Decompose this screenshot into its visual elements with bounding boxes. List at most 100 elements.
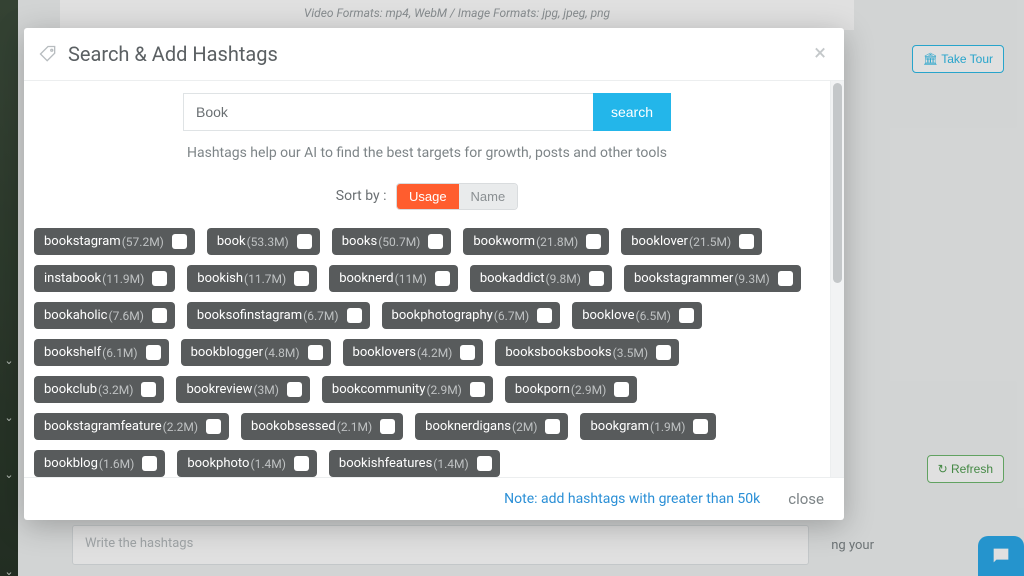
hashtag-checkbox[interactable] xyxy=(614,382,629,397)
hashtag-checkbox[interactable] xyxy=(656,345,671,360)
hashtag-chip[interactable]: bookblog(1.6M) xyxy=(34,450,165,477)
hashtag-chip[interactable]: bookreview(3M) xyxy=(176,376,309,403)
hashtag-checkbox[interactable] xyxy=(172,234,187,249)
hashtag-checkbox[interactable] xyxy=(152,271,167,286)
hashtag-chip[interactable]: bookishfeatures(1.4M) xyxy=(329,450,500,477)
hashtag-count: (11.7M) xyxy=(244,273,286,285)
hashtag-checkbox[interactable] xyxy=(287,382,302,397)
hashtag-chip[interactable]: bookstagramfeature(2.2M) xyxy=(34,413,229,440)
hashtag-chip[interactable]: bookshelf(6.1M) xyxy=(34,339,169,366)
hashtag-count: (2M) xyxy=(512,421,538,433)
hashtag-checkbox[interactable] xyxy=(586,234,601,249)
sort-name-button[interactable]: Name xyxy=(459,184,518,209)
hashtag-checkbox[interactable] xyxy=(545,419,560,434)
hashtag-chip[interactable]: bookphotography(6.7M) xyxy=(382,302,561,329)
scrollbar[interactable] xyxy=(830,81,844,477)
hashtag-checkbox[interactable] xyxy=(152,308,167,323)
hashtag-chip[interactable]: booklover(21.5M) xyxy=(621,228,762,255)
hashtag-name: bookobsessed xyxy=(251,420,336,433)
hashtag-checkbox[interactable] xyxy=(693,419,708,434)
hashtag-checkbox[interactable] xyxy=(308,345,323,360)
hashtag-name: bookphotography xyxy=(392,309,493,322)
hashtag-checkbox[interactable] xyxy=(294,456,309,471)
hashtag-checkbox[interactable] xyxy=(778,271,793,286)
hashtag-count: (3M) xyxy=(253,384,279,396)
hashtag-count: (21.8M) xyxy=(536,236,578,248)
hashtag-checkbox[interactable] xyxy=(294,271,309,286)
hashtag-chip[interactable]: booklovers(4.2M) xyxy=(343,339,484,366)
hashtag-chip[interactable]: bookaholic(7.6M) xyxy=(34,302,175,329)
hashtag-checkbox[interactable] xyxy=(141,382,156,397)
hashtag-chip[interactable]: booknerdigans(2M) xyxy=(415,413,568,440)
hashtag-checkbox[interactable] xyxy=(347,308,362,323)
hashtag-chip[interactable]: bookstagram(57.2M) xyxy=(34,228,195,255)
hashtag-checkbox[interactable] xyxy=(206,419,221,434)
hashtag-count: (2.9M) xyxy=(571,384,606,396)
hashtag-checkbox[interactable] xyxy=(477,456,492,471)
hashtag-count: (6.7M) xyxy=(303,310,338,322)
hashtag-chip[interactable]: books(50.7M) xyxy=(332,228,452,255)
hashtag-count: (11M) xyxy=(395,273,427,285)
hashtag-count: (6.1M) xyxy=(102,347,137,359)
hashtag-count: (7.6M) xyxy=(109,310,144,322)
hashtag-chip[interactable]: booknerd(11M) xyxy=(329,265,458,292)
hashtag-name: bookblog xyxy=(44,457,98,470)
hashtag-checkbox[interactable] xyxy=(460,345,475,360)
hashtag-name: bookstagrammer xyxy=(634,272,733,285)
hashtag-chip[interactable]: booklove(6.5M) xyxy=(572,302,702,329)
hashtag-checkbox[interactable] xyxy=(435,271,450,286)
sort-usage-button[interactable]: Usage xyxy=(397,184,459,209)
hashtag-chip[interactable]: bookworm(21.8M) xyxy=(463,228,609,255)
hashtag-chip[interactable]: bookgram(1.9M) xyxy=(580,413,716,440)
hashtag-chip[interactable]: bookclub(3.2M) xyxy=(34,376,164,403)
hashtag-count: (2.9M) xyxy=(426,384,461,396)
hashtag-name: bookish xyxy=(197,272,243,285)
hashtag-count: (6.5M) xyxy=(636,310,671,322)
hashtag-name: booknerdigans xyxy=(425,420,511,433)
hashtag-checkbox[interactable] xyxy=(380,419,395,434)
hashtag-count: (1.4M) xyxy=(250,458,285,470)
hashtag-chip[interactable]: booksofinstagram(6.7M) xyxy=(187,302,370,329)
hashtag-name: booknerd xyxy=(339,272,393,285)
hashtag-chip[interactable]: bookporn(2.9M) xyxy=(505,376,637,403)
hashtag-name: bookreview xyxy=(186,383,252,396)
hashtag-name: bookblogger xyxy=(191,346,264,359)
close-button[interactable]: close xyxy=(788,490,824,508)
hashtag-count: (4.2M) xyxy=(417,347,452,359)
hashtag-checkbox[interactable] xyxy=(589,271,604,286)
hashtag-chip[interactable]: book(53.3M) xyxy=(207,228,320,255)
hashtag-chip[interactable]: bookish(11.7M) xyxy=(187,265,317,292)
search-button[interactable]: search xyxy=(593,93,671,131)
hashtag-modal: Search & Add Hashtags × search Hashtags … xyxy=(24,28,844,520)
hashtag-name: booksofinstagram xyxy=(197,309,302,322)
hashtag-chip[interactable]: booksbooksbooks(3.5M) xyxy=(495,339,679,366)
search-input[interactable] xyxy=(183,93,593,131)
modal-body: search Hashtags help our AI to find the … xyxy=(24,81,830,477)
hashtag-name: instabook xyxy=(44,272,101,285)
hashtag-chip[interactable]: bookaddict(9.8M) xyxy=(470,265,612,292)
help-text: Hashtags help our AI to find the best ta… xyxy=(32,145,822,161)
hashtag-checkbox[interactable] xyxy=(679,308,694,323)
hashtag-checkbox[interactable] xyxy=(537,308,552,323)
close-icon[interactable]: × xyxy=(814,43,826,65)
hashtag-checkbox[interactable] xyxy=(428,234,443,249)
scroll-thumb[interactable] xyxy=(833,83,842,283)
hashtag-count: (9.8M) xyxy=(546,273,581,285)
hashtag-checkbox[interactable] xyxy=(739,234,754,249)
hashtag-chip[interactable]: instabook(11.9M) xyxy=(34,265,175,292)
hashtag-checkbox[interactable] xyxy=(297,234,312,249)
hashtag-chip[interactable]: bookobsessed(2.1M) xyxy=(241,413,403,440)
hashtag-name: bookworm xyxy=(473,235,535,248)
hashtag-checkbox[interactable] xyxy=(142,456,157,471)
hashtag-checkbox[interactable] xyxy=(470,382,485,397)
hashtag-chip[interactable]: bookphoto(1.4M) xyxy=(177,450,317,477)
modal-footer: Note: add hashtags with greater than 50k… xyxy=(24,477,844,520)
hashtag-count: (50.7M) xyxy=(378,236,420,248)
hashtag-checkbox[interactable] xyxy=(146,345,161,360)
hashtag-chip[interactable]: bookcommunity(2.9M) xyxy=(322,376,493,403)
hashtag-chip[interactable]: bookstagrammer(9.3M) xyxy=(624,265,801,292)
hashtag-count: (2.1M) xyxy=(337,421,372,433)
hashtag-chip[interactable]: bookblogger(4.8M) xyxy=(181,339,331,366)
hashtag-name: booklover xyxy=(631,235,688,248)
sort-segmented: Usage Name xyxy=(396,183,518,210)
